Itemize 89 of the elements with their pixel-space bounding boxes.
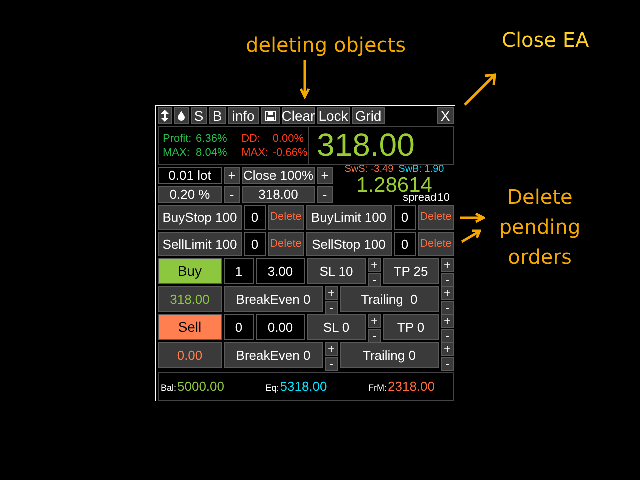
stat-label: MAX:	[242, 146, 269, 158]
delete-button[interactable]: Delete	[418, 205, 454, 230]
trailing-button[interactable]: Trailing 0	[340, 342, 439, 368]
minus-button[interactable]: -	[325, 357, 338, 372]
count-field: 0	[394, 205, 416, 230]
plus-button[interactable]: +	[368, 314, 381, 328]
delete-button[interactable]: Delete	[418, 232, 454, 256]
plus-button[interactable]: +	[224, 167, 240, 184]
trade-button[interactable]: Sell	[158, 314, 222, 340]
trailing-button[interactable]: Trailing 0	[340, 286, 439, 312]
annotation-label: deleting objects	[246, 33, 406, 57]
toolbar-button[interactable]: Clear	[282, 107, 315, 124]
plus-button[interactable]: +	[441, 314, 454, 328]
swap-sell-label: SwS: -3.49	[344, 165, 394, 175]
toolbar-button[interactable]: S	[191, 107, 207, 124]
plus-button[interactable]: +	[325, 342, 338, 356]
breakeven-button[interactable]: BreakEven 0	[224, 286, 323, 312]
close-button[interactable]: X	[437, 107, 454, 124]
lots-field: 3.00	[256, 258, 305, 284]
pending-order-button[interactable]: BuyLimit 100	[306, 205, 392, 230]
arrow-icon	[461, 229, 481, 243]
toolbar-button[interactable]: info	[228, 107, 259, 124]
arrow-icon	[459, 213, 485, 223]
breakeven-button[interactable]: BreakEven 0	[224, 342, 323, 368]
spread-label: spread	[403, 193, 437, 204]
delete-button[interactable]: Delete	[268, 232, 304, 256]
stat-value: 0.00%	[272, 132, 306, 144]
take-profit-button[interactable]: TP 0	[383, 314, 439, 340]
minus-button[interactable]: -	[368, 273, 381, 288]
profit-value: 318.00	[158, 286, 222, 312]
pending-order-button[interactable]: SellLimit 100	[158, 232, 242, 256]
plus-button[interactable]: +	[317, 167, 333, 184]
minus-button[interactable]: -	[441, 301, 454, 316]
drop-icon[interactable]	[174, 107, 189, 124]
pending-order-button[interactable]: BuyStop 100	[158, 205, 242, 230]
account-value: 2318.00	[388, 379, 435, 394]
stat-label: DD:	[242, 132, 262, 144]
stat-label: Profit:	[163, 132, 192, 144]
toolbar-button[interactable]: B	[209, 107, 226, 124]
stat-value: -0.66%	[272, 146, 308, 158]
arrow-icon	[300, 59, 310, 99]
count-field: 0	[244, 232, 266, 256]
account-label: Bal:	[161, 383, 177, 394]
count-field: 1	[224, 258, 254, 284]
lots-field: 0.00	[256, 314, 305, 340]
account-value: 5000.00	[178, 379, 225, 394]
take-profit-button[interactable]: TP 25	[383, 258, 439, 284]
profit-value: 0.00	[158, 342, 222, 368]
plus-button[interactable]: +	[368, 258, 381, 272]
delete-button[interactable]: Delete	[268, 205, 304, 230]
plus-button[interactable]: +	[441, 258, 454, 272]
toolbar-button[interactable]: Lock	[317, 107, 350, 124]
stat-label: MAX:	[163, 146, 191, 158]
account-label: Eq:	[266, 383, 280, 394]
stop-loss-button[interactable]: SL 0	[307, 314, 366, 340]
arrow-icon	[463, 73, 497, 107]
risk-button[interactable]: 0.20 %	[158, 186, 222, 203]
lot-field[interactable]: 0.01 lot	[158, 167, 222, 184]
save-icon[interactable]	[261, 107, 280, 124]
profit-total: 318.00	[308, 127, 453, 164]
annotation-label: Delete pending orders	[498, 184, 582, 271]
count-field: 0	[244, 205, 266, 230]
minus-button[interactable]: -	[325, 301, 338, 316]
plus-button[interactable]: +	[441, 286, 454, 300]
pending-order-button[interactable]: SellStop 100	[306, 232, 392, 256]
plus-button[interactable]: +	[441, 342, 454, 356]
account-value: 5318.00	[280, 379, 328, 394]
minus-button[interactable]: -	[368, 329, 381, 344]
updown-icon[interactable]	[158, 107, 172, 124]
account-label: FrM:	[368, 383, 387, 394]
minus-button[interactable]: -	[441, 357, 454, 372]
annotation-label: Close EA	[502, 28, 590, 52]
minus-button[interactable]: -	[317, 186, 333, 203]
toolbar-button[interactable]: Grid	[352, 107, 385, 124]
spread-value: 10	[438, 193, 450, 204]
minus-button[interactable]: -	[441, 329, 454, 344]
stat-value: 6.36%	[196, 132, 228, 144]
count-field: 0	[224, 314, 254, 340]
count-field: 0	[394, 232, 416, 256]
close-amount-button[interactable]: 318.00	[242, 186, 315, 203]
minus-button[interactable]: -	[441, 273, 454, 288]
price-label: 1.28614	[356, 175, 432, 196]
stop-loss-button[interactable]: SL 10	[307, 258, 366, 284]
close-percent-button[interactable]: Close 100%	[242, 167, 315, 184]
minus-button[interactable]: -	[224, 186, 240, 203]
stat-value: 8.04%	[196, 146, 228, 158]
swap-buy-label: SwB: 1.90	[398, 165, 444, 175]
trade-button[interactable]: Buy	[158, 258, 222, 284]
plus-button[interactable]: +	[325, 286, 338, 300]
